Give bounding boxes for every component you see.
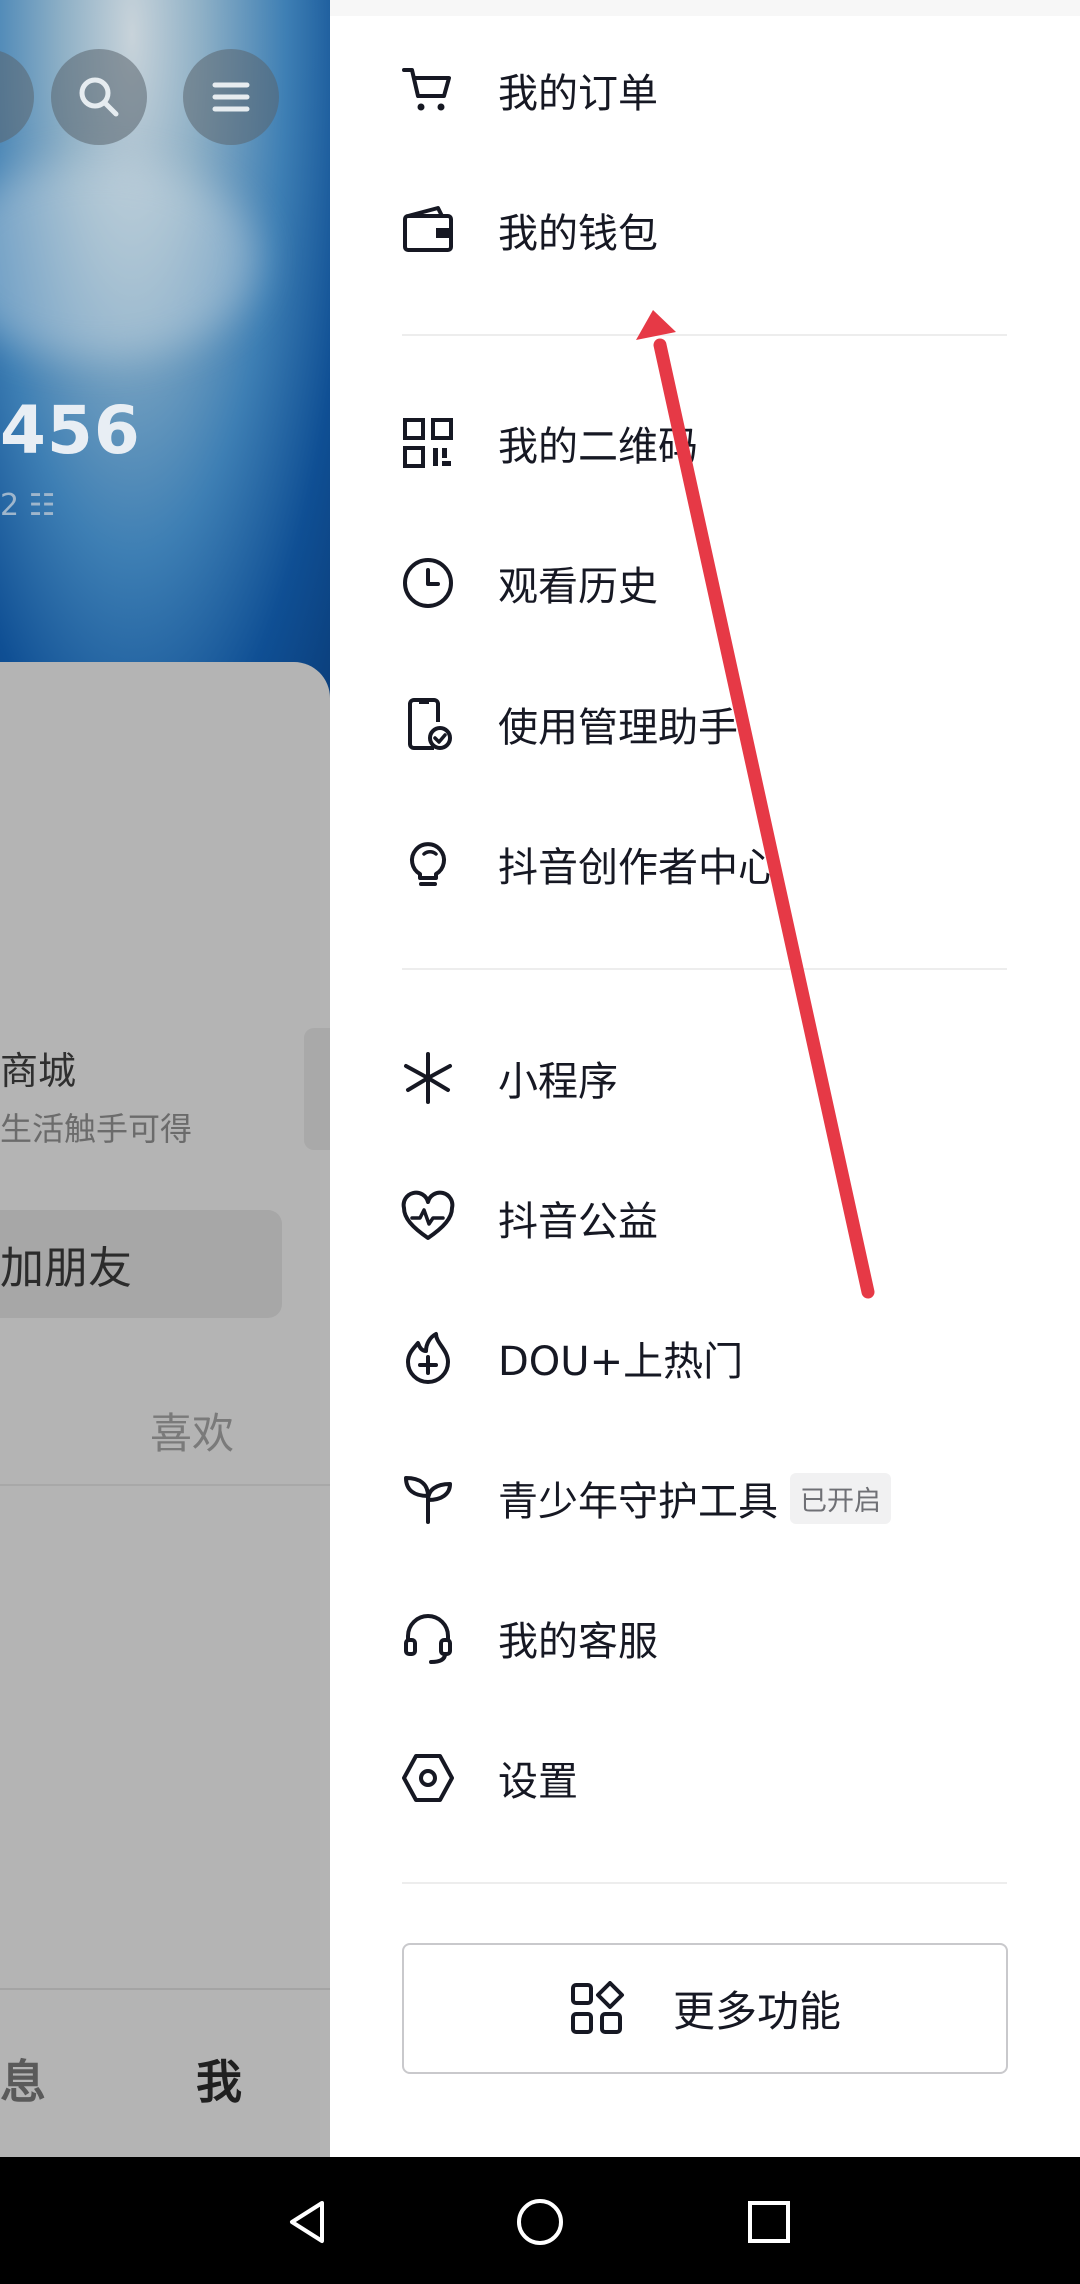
mall-subtitle: 生活触手可得 [0, 1110, 193, 1148]
menu-item-youth-protection[interactable]: 青少年守护工具 已开启 [400, 1453, 1020, 1543]
menu-label: 我的二维码 [498, 424, 698, 470]
menu-item-creator-center[interactable]: 抖音创作者中心 [400, 819, 1020, 909]
menu-item-settings[interactable]: 设置 [400, 1733, 1020, 1823]
recents-icon [748, 2201, 790, 2243]
search-icon [79, 77, 119, 117]
wallet-icon [400, 202, 456, 258]
menu-label: 我的订单 [498, 71, 658, 117]
lightbulb-icon [400, 836, 456, 892]
menu-item-usage-assistant[interactable]: 使用管理助手 [400, 679, 1020, 769]
menu-label: 使用管理助手 [498, 705, 738, 751]
menu-button[interactable] [183, 49, 279, 145]
menu-item-watch-history[interactable]: 观看历史 [400, 538, 1020, 628]
drawer-top-strip [330, 0, 1080, 16]
menu-item-dou-plus[interactable]: DOU+上热门 [400, 1313, 1020, 1403]
status-badge: 已开启 [790, 1472, 891, 1524]
section-divider [402, 1882, 1007, 1884]
system-back-button[interactable] [272, 2187, 342, 2257]
sprout-icon [400, 1470, 456, 1526]
tab-divider [0, 1484, 330, 1486]
mall-title[interactable]: 商城 [0, 1040, 76, 1095]
hamburger-icon [212, 82, 250, 112]
menu-item-wallet[interactable]: 我的钱包 [400, 185, 1020, 275]
headset-icon [400, 1610, 456, 1666]
partial-round-button[interactable] [0, 49, 34, 145]
tab-like[interactable]: 喜欢 [150, 1400, 234, 1461]
bottom-nav-divider [0, 1988, 330, 1990]
search-button[interactable] [51, 49, 147, 145]
menu-item-charity[interactable]: 抖音公益 [400, 1173, 1020, 1263]
menu-label: DOU+上热门 [498, 1339, 744, 1385]
menu-label: 青少年守护工具 [498, 1479, 778, 1525]
menu-item-qr-code[interactable]: 我的二维码 [400, 398, 1020, 488]
add-friend-label: 加朋友 [0, 1243, 132, 1294]
user-id-fragment: 2 ☷ [0, 488, 56, 523]
home-icon [517, 2199, 563, 2245]
background-profile-page: 456 2 ☷ 商城 生活触手可得 加朋友 喜欢 息 我 [0, 0, 330, 2157]
menu-label: 小程序 [498, 1059, 618, 1105]
more-features-button[interactable]: 更多功能 [402, 1943, 1008, 2074]
menu-label: 我的客服 [498, 1619, 658, 1665]
nav-messages[interactable]: 息 [0, 2046, 46, 2112]
grid-apps-icon [570, 1980, 624, 2034]
section-divider [402, 968, 1007, 970]
system-navigation-bar [0, 2157, 1080, 2284]
nav-me[interactable]: 我 [196, 2046, 242, 2112]
qr-code-icon [400, 415, 456, 471]
cart-icon [400, 62, 456, 118]
menu-label: 观看历史 [498, 564, 658, 610]
menu-label: 设置 [498, 1759, 578, 1805]
menu-label: 抖音创作者中心 [498, 845, 778, 891]
system-recents-button[interactable] [734, 2187, 804, 2257]
side-tab-handle[interactable] [304, 1028, 330, 1150]
add-friend-button[interactable]: 加朋友 [0, 1210, 282, 1318]
menu-label: 抖音公益 [498, 1199, 658, 1245]
settings-hexagon-icon [400, 1750, 456, 1806]
more-features-label: 更多功能 [672, 1987, 841, 2036]
profile-header-cover: 456 2 ☷ [0, 0, 330, 700]
clock-icon [400, 555, 456, 611]
menu-item-customer-service[interactable]: 我的客服 [400, 1593, 1020, 1683]
side-drawer-menu: 我的订单 我的钱包 我的二维码 观看历史 使用管理助手 抖音创作者中心 小程序 … [330, 0, 1080, 2157]
flame-plus-icon [400, 1330, 456, 1386]
menu-label: 我的钱包 [498, 211, 658, 257]
menu-item-mini-programs[interactable]: 小程序 [400, 1033, 1020, 1123]
heart-charity-icon [400, 1190, 456, 1246]
follower-count: 456 [0, 392, 141, 469]
menu-item-orders[interactable]: 我的订单 [400, 45, 1020, 135]
system-home-button[interactable] [505, 2187, 575, 2257]
back-icon [290, 2201, 324, 2243]
phone-check-icon [400, 696, 456, 752]
mini-program-icon [400, 1050, 456, 1106]
section-divider [402, 334, 1007, 336]
